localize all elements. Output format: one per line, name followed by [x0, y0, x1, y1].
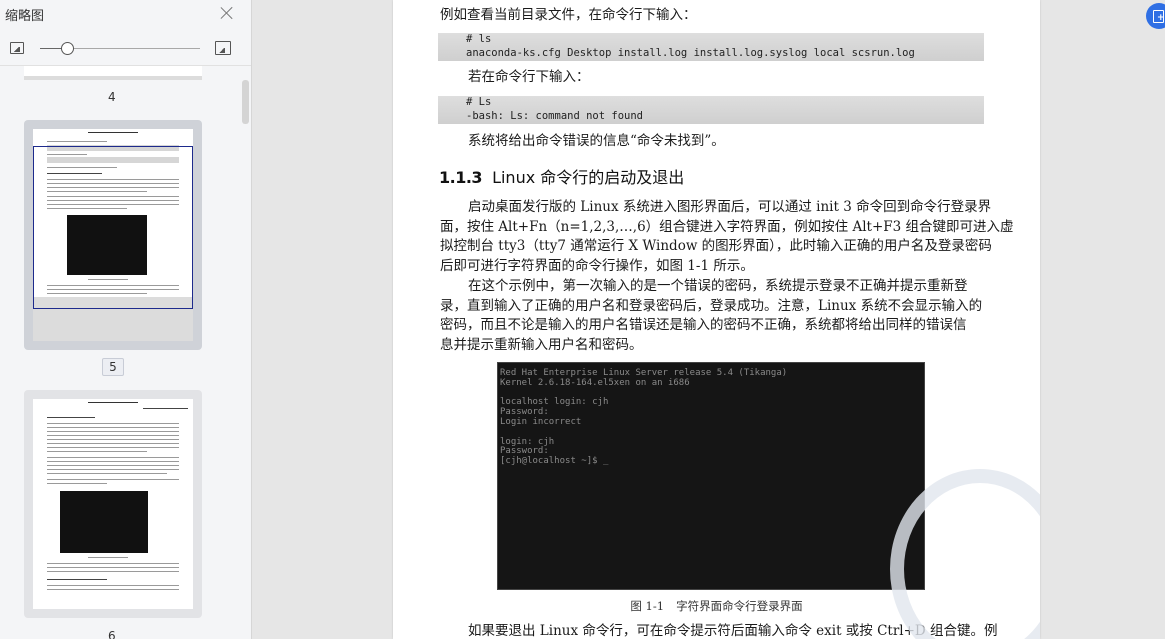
paragraph-line: 在这个示例中，第一次输入的是一个错误的密码，系统提示登录不正确并提示重新登 [468, 277, 968, 294]
body-text: 系统将给出命令错误的信息“命令未找到”。 [468, 133, 725, 149]
figure-title: 字符界面命令行登录界面 [676, 599, 803, 613]
terminal-line: login: cjh [500, 436, 555, 447]
paragraph-line: 录，直到输入了正确的用户名和登录密码后，登录成功。注意，Linux 系统不会显示… [440, 297, 983, 314]
paragraph-line: 面，按住 Alt+Fn（n=1,2,3,…,6）组合键进入字符界面，例如按住 A… [440, 218, 1014, 235]
figure-number: 图 1-1 [630, 599, 665, 613]
section-heading: 1.1.3 Linux 命令行的启动及退出 [439, 164, 684, 188]
floating-tool-button[interactable]: + [1146, 3, 1165, 29]
code-line: # ls [466, 33, 492, 45]
thumbnail-page-number: 6 [108, 629, 116, 639]
body-text: 例如查看当前目录文件，在命令行下输入： [440, 7, 697, 23]
thumbnail-page-6[interactable] [24, 390, 202, 618]
code-line: anaconda-ks.cfg Desktop install.log inst… [466, 46, 915, 59]
code-block: # ls anaconda-ks.cfg Desktop install.log… [438, 33, 984, 61]
zoom-slider-handle[interactable] [61, 42, 74, 55]
paragraph-line: 后即可进行字符界面的命令行操作，如图 1-1 所示。 [440, 258, 754, 275]
large-image-icon[interactable] [215, 41, 231, 55]
small-image-icon[interactable] [10, 42, 24, 54]
code-line: -bash: Ls: command not found [466, 109, 644, 122]
thumbnail-page-number: 4 [108, 90, 116, 104]
thumbnail-page-4[interactable] [24, 66, 202, 80]
thumbnail-page-number-active: 5 [102, 358, 124, 376]
code-line: # Ls [466, 96, 492, 108]
terminal-line: [cjh@localhost ~]$ _ [500, 456, 609, 467]
section-title: Linux 命令行的启动及退出 [492, 168, 685, 187]
thumbnail-zoom-control [0, 38, 251, 60]
section-number: 1.1.3 [439, 168, 483, 187]
document-viewer[interactable]: 例如查看当前目录文件，在命令行下输入： # ls anaconda-ks.cfg… [253, 0, 1165, 639]
terminal-line: localhost login: cjh [500, 397, 609, 408]
terminal-line: Login incorrect [500, 416, 582, 427]
body-text: 若在命令行下输入： [468, 69, 590, 85]
thumbnail-image [33, 399, 193, 609]
paragraph-line: 拟控制台 tty3（tty7 通常运行 X Window 的图形界面），此时输入… [440, 238, 992, 255]
paragraph-line: 密码，而且不论是输入的用户名错误还是输入的密码不正确，系统都将给出同样的错误信 [440, 317, 967, 334]
code-block: # Ls -bash: Ls: command not found [438, 96, 984, 124]
thumbnail-scrollbar[interactable] [242, 80, 249, 124]
terminal-line: Kernel 2.6.18-164.el5xen on an i686 [500, 377, 690, 388]
zoom-slider[interactable] [40, 42, 200, 55]
close-icon[interactable] [219, 5, 235, 21]
document-page: 例如查看当前目录文件，在命令行下输入： # ls anaconda-ks.cfg… [393, 0, 1040, 639]
panel-title: 缩略图 [5, 9, 45, 24]
paragraph-line: 息并提示重新输入用户名和密码。 [440, 336, 643, 353]
paragraph-line: 启动桌面发行版的 Linux 系统进入图形界面后，可以通过 init 3 命令回… [468, 199, 992, 215]
thumbnail-viewport-indicator[interactable] [33, 146, 193, 309]
thumbnail-page-5[interactable] [24, 120, 202, 350]
terminal-screenshot: Red Hat Enterprise Linux Server release … [497, 362, 925, 590]
thumbnail-panel: 缩略图 4 5 6 [0, 0, 252, 639]
